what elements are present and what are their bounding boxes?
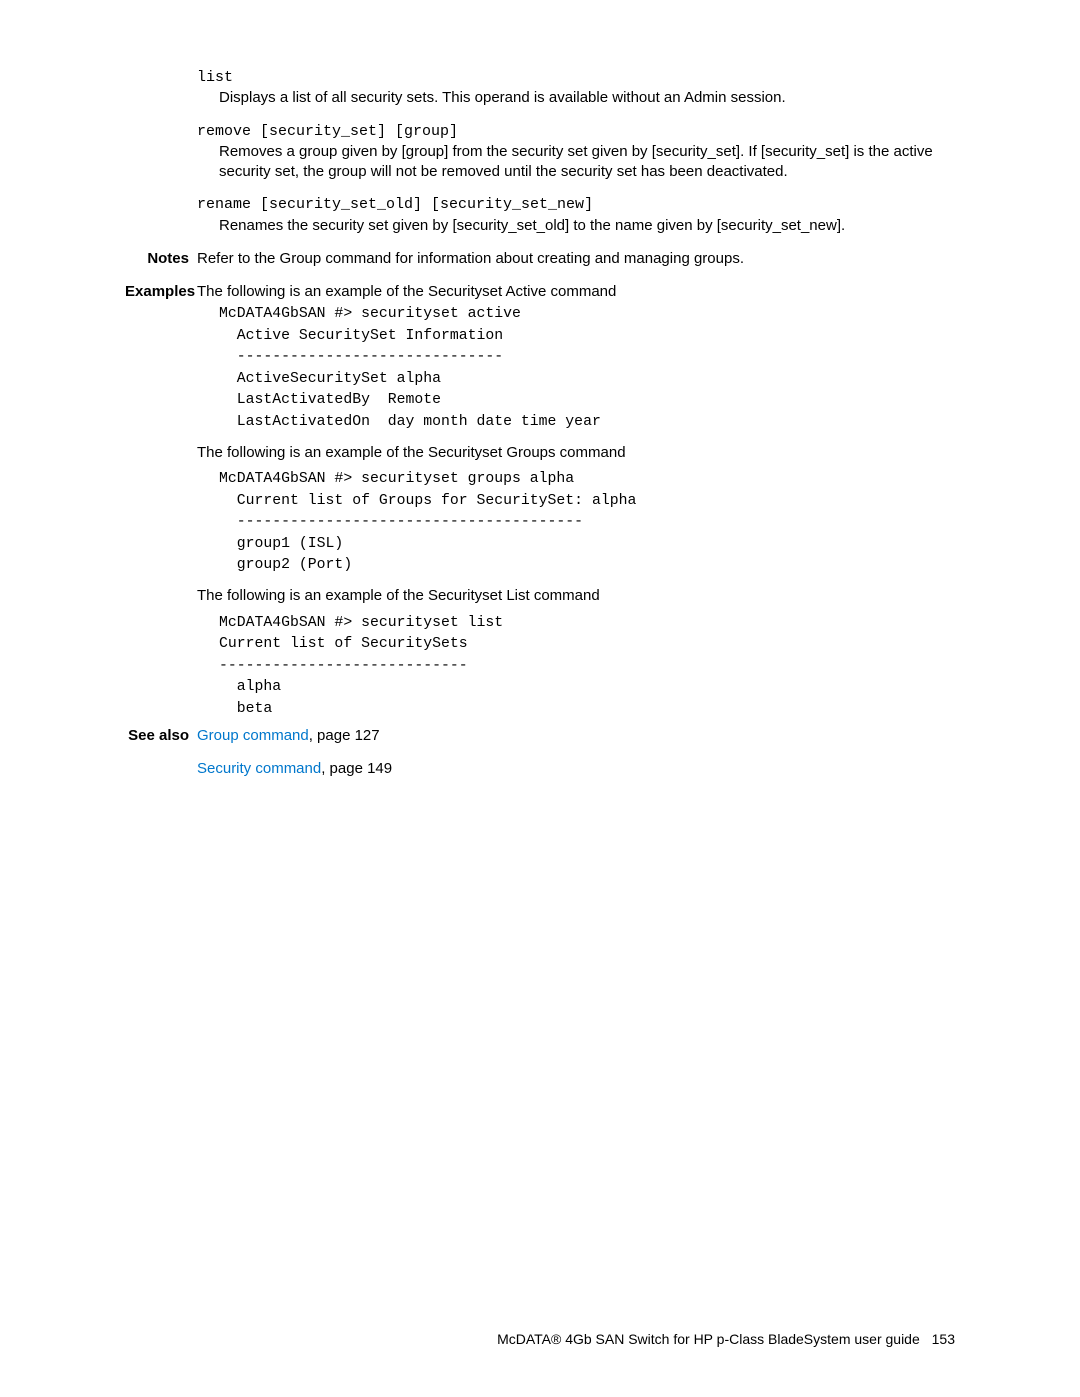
see-also-link-group[interactable]: Group command — [197, 727, 309, 744]
operand-desc: Displays a list of all security sets. Th… — [219, 88, 955, 108]
operand-term: list — [197, 68, 955, 88]
examples-section: Examples The following is an example of … — [197, 282, 955, 302]
see-also-suffix-1: , page 127 — [309, 727, 380, 744]
operand-rename: rename [security_set_old] [security_set_… — [197, 195, 955, 236]
see-also-link-security[interactable]: Security command — [197, 760, 321, 777]
page-footer: McDATA® 4Gb SAN Switch for HP p-Class Bl… — [497, 1330, 955, 1349]
examples-intro-1: The following is an example of the Secur… — [197, 282, 955, 302]
operand-list: list Displays a list of all security set… — [197, 68, 955, 109]
notes-body: Refer to the Group command for informati… — [197, 249, 955, 269]
examples-intro-2: The following is an example of the Secur… — [197, 443, 955, 463]
operand-term: remove [security_set] [group] — [197, 122, 955, 142]
examples-intro-3: The following is an example of the Secur… — [197, 586, 955, 606]
operand-desc: Renames the security set given by [secur… — [219, 216, 955, 236]
operand-desc: Removes a group given by [group] from th… — [219, 142, 955, 183]
notes-label: Notes — [125, 249, 197, 269]
examples-label: Examples — [125, 282, 197, 302]
operand-remove: remove [security_set] [group] Removes a … — [197, 122, 955, 183]
notes-section: Notes Refer to the Group command for inf… — [197, 249, 955, 269]
see-also-section: See also Group command, page 127 — [197, 726, 955, 753]
footer-text: McDATA® 4Gb SAN Switch for HP p-Class Bl… — [497, 1331, 920, 1347]
operand-term: rename [security_set_old] [security_set_… — [197, 195, 955, 215]
code-block-active: McDATA4GbSAN #> securityset active Activ… — [219, 304, 955, 433]
code-block-list: McDATA4GbSAN #> securityset list Current… — [219, 613, 955, 720]
see-also-label: See also — [125, 726, 197, 746]
see-also-suffix-2: , page 149 — [321, 760, 392, 777]
code-block-groups: McDATA4GbSAN #> securityset groups alpha… — [219, 469, 955, 576]
page-number: 153 — [932, 1331, 955, 1347]
see-also-line-2: Security command, page 149 — [197, 759, 955, 779]
